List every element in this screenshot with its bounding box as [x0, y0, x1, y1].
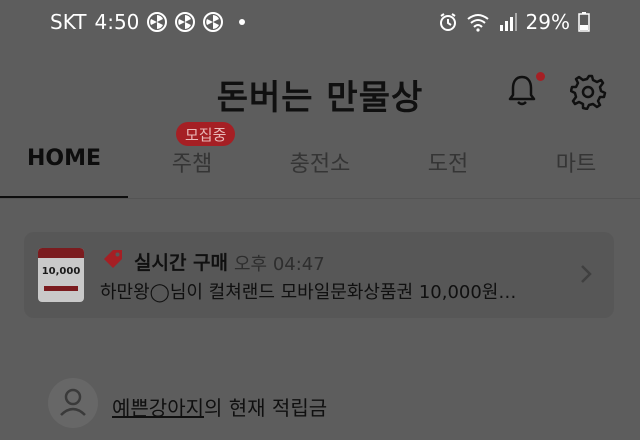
battery-percent: 29% [525, 10, 570, 34]
tab-charging-station[interactable]: 충전소 [256, 146, 384, 198]
avatar[interactable] [48, 378, 98, 428]
fan-icon [203, 12, 224, 32]
status-bar: SKT 4:50 29% [0, 0, 640, 44]
tag-icon [104, 250, 122, 268]
voucher-amount: 10,000 [41, 266, 81, 277]
status-time: 4:50 [94, 10, 140, 34]
tab-jucham[interactable]: 주챔 [128, 146, 256, 198]
notification-badge [536, 72, 545, 81]
tab-challenge[interactable]: 도전 [384, 146, 512, 198]
current-savings-heading: 예쁜강아지의 현재 적립금 [112, 392, 327, 421]
live-purchase-message: 하만왕◯님이 컬쳐랜드 모바일문화상품권 10,000원… [100, 282, 517, 303]
wifi-icon [466, 14, 489, 32]
battery-icon [578, 12, 590, 32]
signal-icon [499, 13, 517, 31]
live-purchase-time: 오후 04:47 [234, 254, 325, 275]
live-purchase-card[interactable]: 10,000 실시간 구매 오후 04:47 하만왕◯님이 컬쳐랜드 모바일문화… [24, 232, 614, 318]
savings-suffix: 의 현재 적립금 [204, 396, 328, 420]
fan-icon [147, 12, 168, 32]
fan-icon [175, 12, 196, 32]
voucher-thumbnail: 10,000 [38, 248, 84, 302]
alarm-icon [439, 13, 456, 31]
live-purchase-label: 실시간 구매 [134, 252, 229, 274]
carrier-label: SKT [50, 10, 87, 34]
recruiting-badge: 모집중 [176, 122, 236, 146]
gear-icon[interactable] [570, 72, 608, 110]
app-header: 돈버는 만물상 [0, 60, 640, 120]
tabs-divider [0, 198, 640, 199]
notification-dot [239, 19, 246, 25]
tab-mart[interactable]: 마트 [512, 146, 640, 198]
username-link[interactable]: 예쁜강아지 [112, 396, 204, 420]
user-icon [60, 388, 86, 416]
tab-home[interactable]: HOME [0, 146, 128, 198]
tab-bar: 모집중 HOME 주챔 충전소 도전 마트 [0, 122, 640, 200]
chevron-right-icon[interactable] [576, 262, 596, 286]
bell-icon[interactable] [504, 72, 540, 108]
